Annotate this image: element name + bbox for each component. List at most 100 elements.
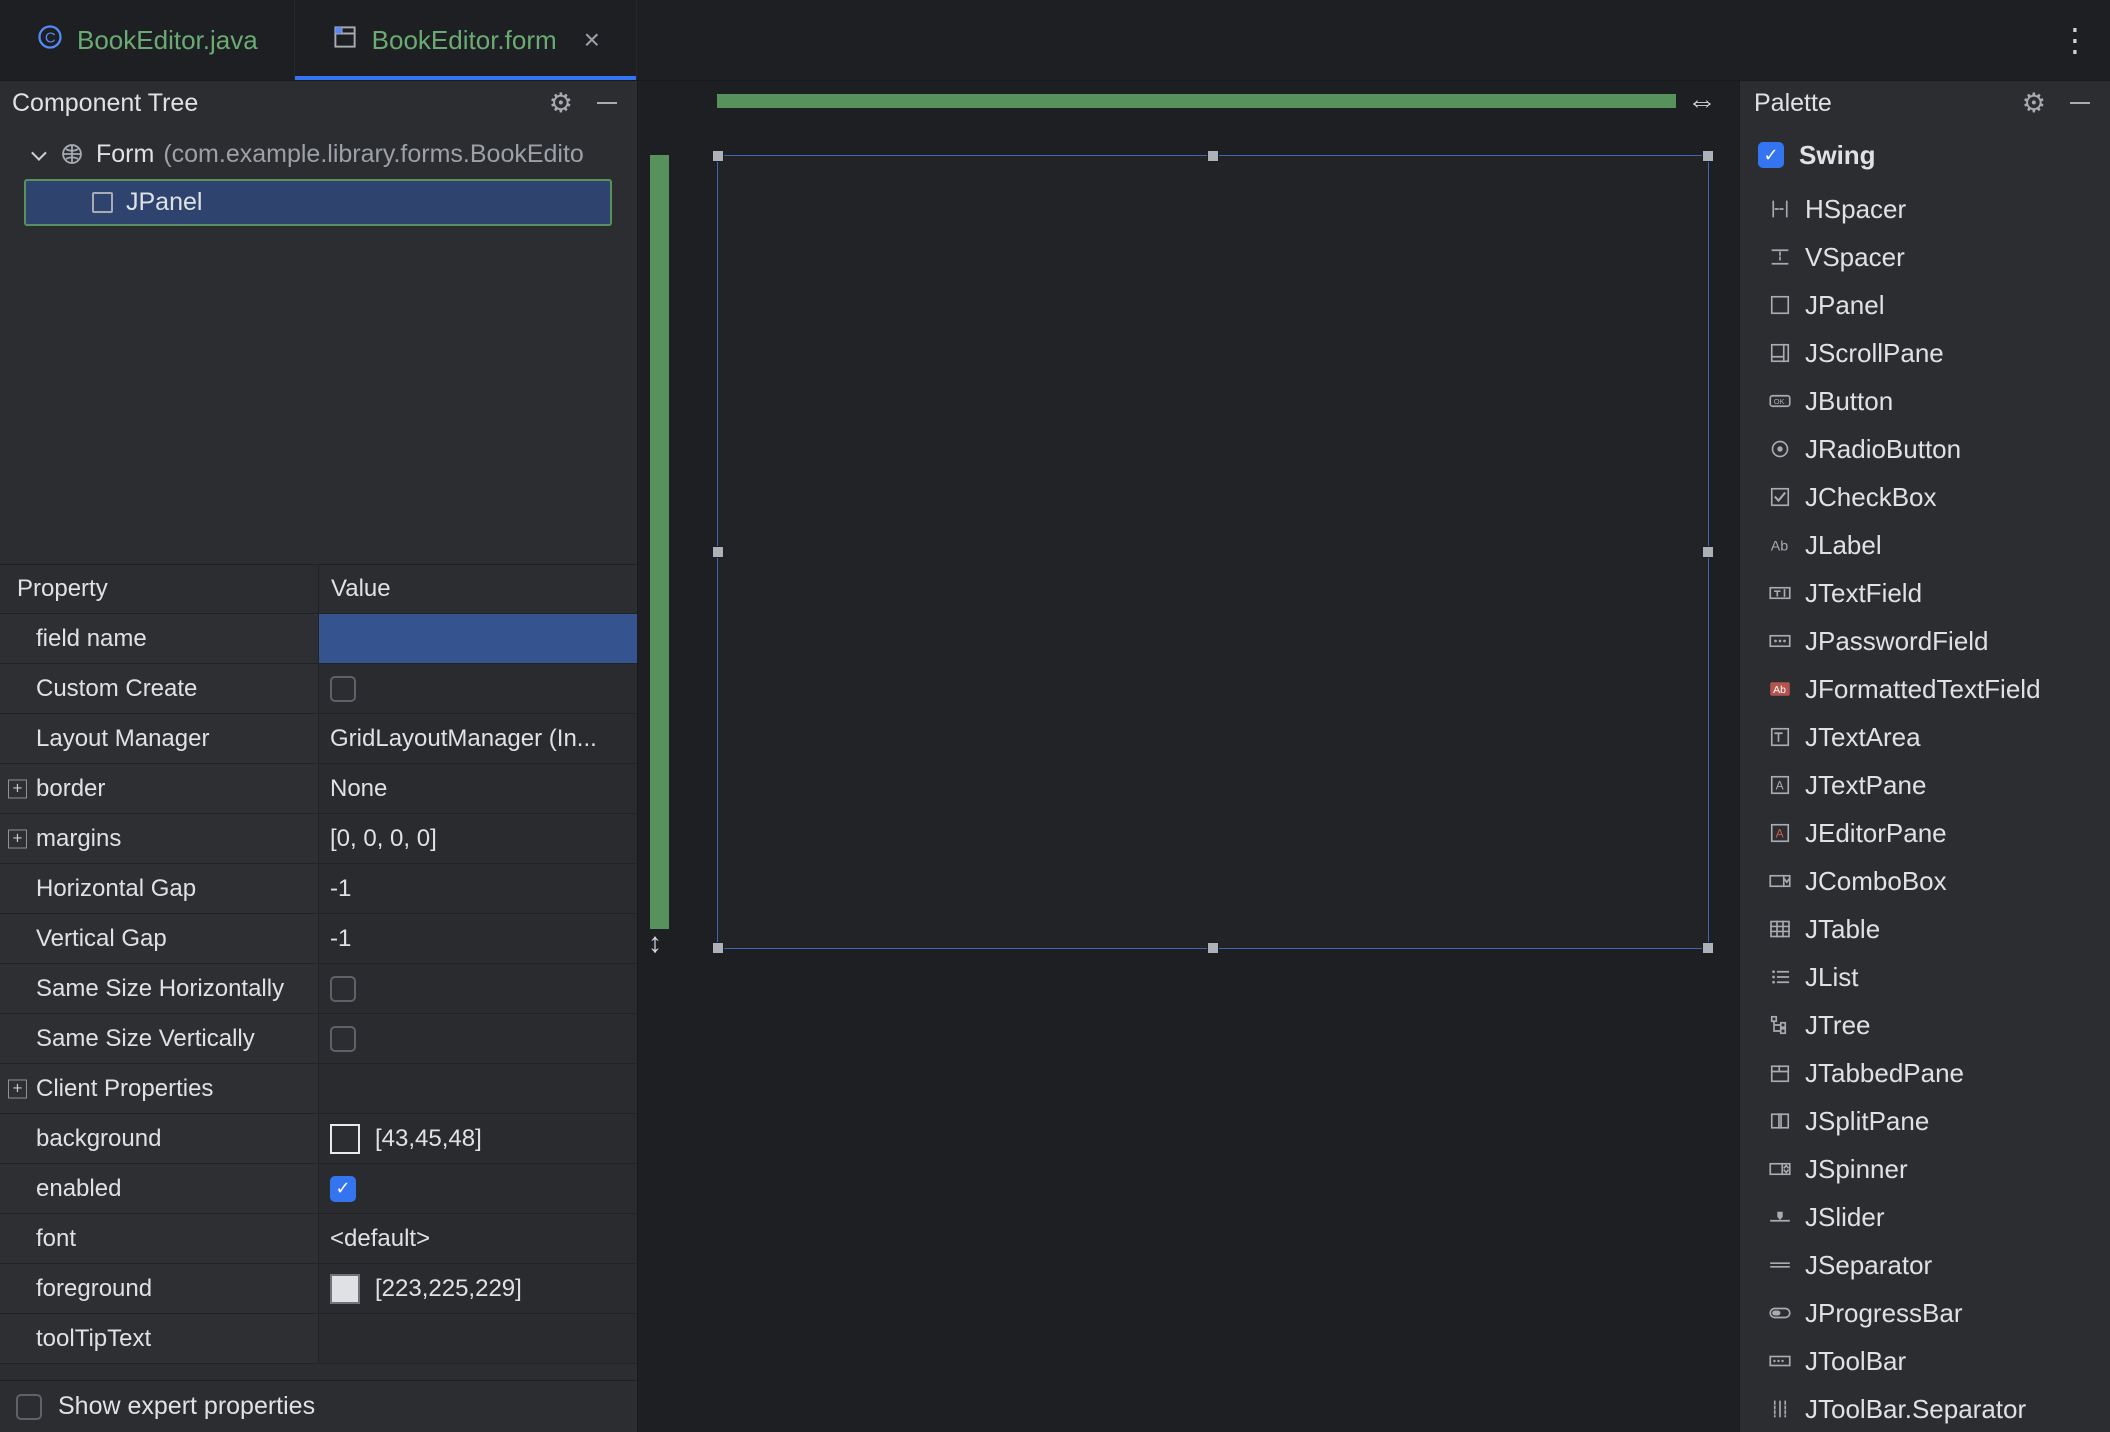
close-icon[interactable]: × [584, 26, 600, 54]
expert-properties-toggle[interactable]: Show expert properties [0, 1380, 637, 1432]
property-value[interactable]: <default> [319, 1214, 637, 1263]
property-name[interactable]: background [0, 1114, 319, 1163]
palette-item-jscrollpane[interactable]: JScrollPane [1740, 329, 2110, 377]
property-row-same-size-horizontally[interactable]: Same Size Horizontally [0, 964, 637, 1014]
palette-item-jtabbedpane[interactable]: JTabbedPane [1740, 1049, 2110, 1097]
swing-group-checkbox[interactable]: ✓ [1758, 142, 1784, 168]
property-value[interactable]: ✓ [319, 1164, 637, 1213]
property-name[interactable]: Horizontal Gap [0, 864, 319, 913]
palette-item-jtextarea[interactable]: JTextArea [1740, 713, 2110, 761]
property-value[interactable] [319, 614, 637, 663]
palette-item-jbutton[interactable]: OKJButton [1740, 377, 2110, 425]
palette-item-jlist[interactable]: JList [1740, 953, 2110, 1001]
tab-bookeditor-java[interactable]: C BookEditor.java [0, 0, 294, 80]
property-row-foreground[interactable]: foreground[223,225,229] [0, 1264, 637, 1314]
selection-handle[interactable] [1702, 546, 1714, 558]
property-name[interactable]: field name [0, 614, 319, 663]
property-value[interactable]: [223,225,229] [319, 1264, 637, 1313]
gear-icon[interactable]: ⚙ [549, 90, 573, 117]
property-row-font[interactable]: font<default> [0, 1214, 637, 1264]
minimize-icon[interactable] [597, 102, 617, 104]
property-value[interactable]: -1 [319, 914, 637, 963]
tree-item-form[interactable]: Form (com.example.library.forms.BookEdit… [0, 131, 637, 177]
color-swatch[interactable] [330, 1274, 360, 1304]
palette-item-jeditorpane[interactable]: AJEditorPane [1740, 809, 2110, 857]
property-value[interactable]: [0, 0, 0, 0] [319, 814, 637, 863]
palette-item-jtextfield[interactable]: JTextField [1740, 569, 2110, 617]
palette-item-jtoolbar-separator[interactable]: JToolBar.Separator [1740, 1385, 2110, 1432]
property-row-enabled[interactable]: enabled ✓ [0, 1164, 637, 1214]
palette-item-jlabel[interactable]: AbJLabel [1740, 521, 2110, 569]
palette-item-jspinner[interactable]: JSpinner [1740, 1145, 2110, 1193]
vertical-guide-bar[interactable] [650, 155, 669, 929]
palette-item-jcombobox[interactable]: JComboBox [1740, 857, 2110, 905]
expand-icon[interactable]: + [8, 1079, 27, 1098]
property-name[interactable]: Vertical Gap [0, 914, 319, 963]
tab-bookeditor-form[interactable]: BookEditor.form × [294, 0, 637, 80]
property-name[interactable]: foreground [0, 1264, 319, 1313]
palette-item-jseparator[interactable]: JSeparator [1740, 1241, 2110, 1289]
selection-handle[interactable] [1207, 942, 1219, 954]
property-value[interactable]: GridLayoutManager (In... [319, 714, 637, 763]
selection-handle[interactable] [1207, 150, 1219, 162]
expert-properties-checkbox[interactable] [16, 1394, 42, 1420]
minimize-icon[interactable] [2070, 102, 2090, 104]
palette-item-jtextpane[interactable]: AJTextPane [1740, 761, 2110, 809]
palette-group-swing[interactable]: ✓ Swing [1740, 131, 2110, 179]
property-name[interactable]: +margins [0, 814, 319, 863]
property-row-tooltiptext[interactable]: toolTipText [0, 1314, 637, 1364]
palette-item-hspacer[interactable]: HSpacer [1740, 185, 2110, 233]
expand-icon[interactable]: + [8, 779, 27, 798]
property-row-field-name[interactable]: field name [0, 614, 637, 664]
property-value-checkbox[interactable]: ✓ [330, 1176, 356, 1202]
form-designer-canvas[interactable]: ⇔ ↕ [639, 81, 1739, 1432]
color-swatch[interactable] [330, 1124, 360, 1154]
property-value[interactable] [319, 1064, 637, 1113]
property-value[interactable]: -1 [319, 864, 637, 913]
palette-item-jpanel[interactable]: JPanel [1740, 281, 2110, 329]
property-name[interactable]: Layout Manager [0, 714, 319, 763]
palette-item-jpasswordfield[interactable]: JPasswordField [1740, 617, 2110, 665]
palette-item-jtable[interactable]: JTable [1740, 905, 2110, 953]
palette-item-jformattedtextfield[interactable]: AbJFormattedTextField [1740, 665, 2110, 713]
palette-item-jprogressbar[interactable]: JProgressBar [1740, 1289, 2110, 1337]
chevron-down-icon[interactable] [31, 145, 47, 161]
expand-icon[interactable]: + [8, 829, 27, 848]
property-value[interactable] [319, 1314, 637, 1363]
gear-icon[interactable]: ⚙ [2022, 90, 2046, 117]
property-row-custom-create[interactable]: Custom Create [0, 664, 637, 714]
property-name[interactable]: +border [0, 764, 319, 813]
property-row-client-properties[interactable]: +Client Properties [0, 1064, 637, 1114]
property-value[interactable] [319, 664, 637, 713]
property-row-same-size-vertically[interactable]: Same Size Vertically [0, 1014, 637, 1064]
property-row-margins[interactable]: +margins[0, 0, 0, 0] [0, 814, 637, 864]
property-row-vertical-gap[interactable]: Vertical Gap-1 [0, 914, 637, 964]
palette-item-jtree[interactable]: JTree [1740, 1001, 2110, 1049]
horizontal-guide-bar[interactable] [717, 94, 1676, 108]
property-name[interactable]: Custom Create [0, 664, 319, 713]
property-value[interactable]: None [319, 764, 637, 813]
palette-item-jtoolbar[interactable]: JToolBar [1740, 1337, 2110, 1385]
property-value-checkbox[interactable] [330, 976, 356, 1002]
property-value-checkbox[interactable] [330, 676, 356, 702]
palette-item-jcheckbox[interactable]: JCheckBox [1740, 473, 2110, 521]
property-name[interactable]: +Client Properties [0, 1064, 319, 1113]
palette-item-jsplitpane[interactable]: JSplitPane [1740, 1097, 2110, 1145]
property-name[interactable]: enabled [0, 1164, 319, 1213]
property-row-horizontal-gap[interactable]: Horizontal Gap-1 [0, 864, 637, 914]
palette-item-jradiobutton[interactable]: JRadioButton [1740, 425, 2110, 473]
selected-jpanel-on-canvas[interactable] [717, 155, 1709, 949]
property-value[interactable]: [43,45,48] [319, 1114, 637, 1163]
property-row-border[interactable]: +borderNone [0, 764, 637, 814]
property-name[interactable]: font [0, 1214, 319, 1263]
property-value-checkbox[interactable] [330, 1026, 356, 1052]
selection-handle[interactable] [712, 150, 724, 162]
kebab-menu-icon[interactable]: ⋮ [2040, 0, 2110, 80]
selection-handle[interactable] [712, 546, 724, 558]
palette-item-vspacer[interactable]: VSpacer [1740, 233, 2110, 281]
property-row-background[interactable]: background[43,45,48] [0, 1114, 637, 1164]
property-value[interactable] [319, 964, 637, 1013]
selection-handle[interactable] [712, 942, 724, 954]
selection-handle[interactable] [1702, 150, 1714, 162]
property-name[interactable]: toolTipText [0, 1314, 319, 1363]
